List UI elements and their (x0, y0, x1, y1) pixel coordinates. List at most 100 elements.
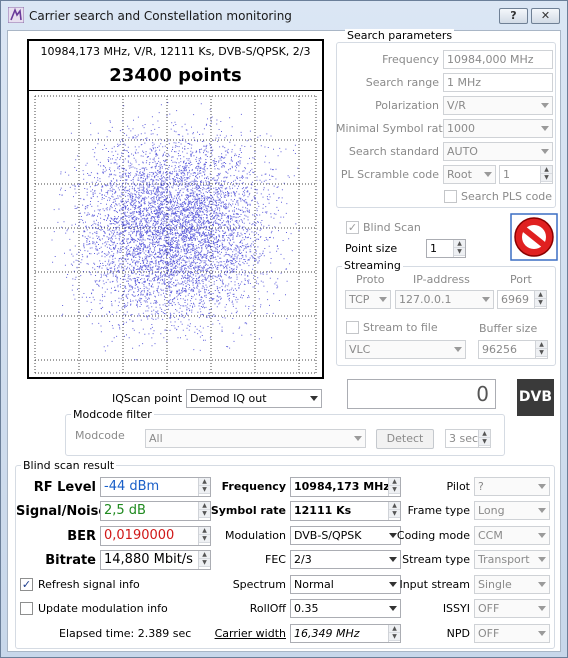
player-select[interactable]: VLC (345, 340, 466, 359)
point-size-input[interactable]: 1 ▲ ▼ (426, 239, 466, 258)
frame-type-select[interactable]: Long (474, 501, 550, 520)
buffer-size-input[interactable]: 96256 ▲ ▼ (478, 340, 548, 359)
symbol-rate-value: 12111 Ks ▲ ▼ (290, 501, 401, 521)
help-button[interactable]: ? (499, 8, 528, 24)
iq-scan-label: IQScan point (112, 392, 183, 405)
chevron-down-icon (310, 396, 318, 401)
frequency-input[interactable]: 10984,000 MHz (443, 50, 553, 69)
window-title: Carrier search and Constellation monitor… (29, 9, 292, 23)
port-label: Port (510, 273, 532, 286)
min-symbol-rate-select[interactable]: 1000 (443, 119, 553, 138)
pl-scramble-code-input[interactable]: 1 ▲ ▼ (499, 165, 553, 184)
points-count: 23400 points (109, 65, 242, 86)
pilot-select[interactable]: ? (474, 477, 550, 496)
title-bar: Carrier search and Constellation monitor… (1, 1, 567, 30)
rolloff-select[interactable]: 0.35 (290, 599, 401, 618)
dvb-logo: DVB (517, 379, 554, 416)
refresh-signal-label: Refresh signal info (38, 578, 140, 591)
modcode-label: Modcode (75, 429, 125, 442)
modcode-filter-title: Modcode filter (71, 408, 154, 421)
ber-value: 0,0190000 ▲ ▼ (100, 526, 211, 546)
point-size-label: Point size (345, 242, 398, 255)
proto-select[interactable]: TCP (345, 290, 391, 309)
blind-scan-result-title: Blind scan result (21, 459, 117, 472)
chevron-down-icon (484, 172, 492, 177)
buffer-size-label: Buffer size (479, 322, 538, 335)
pl-scramble-mode-select[interactable]: Root (443, 165, 496, 184)
issyi-select[interactable]: OFF (474, 599, 550, 618)
constellation-panel: 10984,173 MHz, V/R, 12111 Ks, DVB-S/QPSK… (27, 39, 324, 379)
spectrum-label: Spectrum (232, 578, 286, 591)
search-range-input[interactable]: 1 MHz (443, 73, 553, 92)
frequency-result-value: 10984,173 MHz ▲ ▼ (290, 477, 401, 497)
buffer-size-spinner[interactable]: ▲ ▼ (535, 341, 547, 358)
app-icon (8, 7, 24, 23)
detect-button[interactable]: Detect (376, 429, 434, 449)
chevron-down-icon (538, 557, 546, 562)
input-stream-label: Input stream (399, 578, 470, 591)
rf-level-value: -44 dBm ▲ ▼ (100, 477, 211, 497)
fec-select[interactable]: 2/3 (290, 550, 401, 569)
stream-type-select[interactable]: Transport (474, 550, 550, 569)
search-range-label: Search range (365, 76, 439, 89)
input-stream-select[interactable]: Single (474, 575, 550, 594)
timeout-spinner[interactable]: ▲ ▼ (478, 430, 490, 447)
constellation-header: 10984,173 MHz, V/R, 12111 Ks, DVB-S/QPSK… (40, 45, 311, 58)
symbol-rate-label: Symbol rate (210, 504, 286, 517)
rolloff-label: RollOff (249, 602, 286, 615)
proto-label: Proto (356, 273, 385, 286)
modulation-label: Modulation (224, 529, 286, 542)
npd-label: NPD (446, 627, 470, 640)
issyi-label: ISSYI (442, 602, 470, 615)
ip-address-label: IP-address (413, 273, 470, 286)
frequency-label: Frequency (382, 53, 439, 66)
bitrate-value: 14,880 Mbit/s ▲ ▼ (100, 550, 211, 570)
timeout-input[interactable]: 3 sec ▲ ▼ (445, 429, 491, 448)
spectrum-select[interactable]: Normal (290, 575, 401, 594)
search-standard-select[interactable]: AUTO (443, 142, 553, 161)
blind-scan-checkbox[interactable]: ✓ (346, 221, 359, 234)
coding-mode-select[interactable]: CCM (474, 526, 550, 545)
close-button[interactable]: ✕ (531, 8, 560, 24)
chevron-down-icon (538, 582, 546, 587)
polarization-select[interactable]: V/R (443, 96, 553, 115)
iq-scan-select[interactable]: Demod IQ out (186, 389, 322, 408)
modcode-select[interactable]: All (145, 429, 366, 448)
carrier-width-value: 16,349 MHz ▲ ▼ (290, 624, 401, 643)
modulation-select[interactable]: DVB-S/QPSK (290, 526, 401, 545)
stream-type-label: Stream type (402, 553, 470, 566)
header-divider (29, 90, 322, 91)
chevron-down-icon (454, 347, 462, 352)
pl-scramble-label: PL Scramble code (340, 168, 439, 181)
port-spinner[interactable]: ▲ ▼ (534, 291, 546, 308)
refresh-signal-checkbox[interactable]: ✓ (20, 578, 33, 591)
stop-icon[interactable] (510, 213, 558, 261)
stream-to-file-label: Stream to file (363, 321, 438, 334)
port-input[interactable]: 6969 ▲ ▼ (497, 290, 547, 309)
frame-type-label: Frame type (407, 504, 470, 517)
rf-level-label: RF Level (33, 480, 96, 495)
polarization-label: Polarization (375, 99, 439, 112)
carrier-width-label[interactable]: Carrier width (204, 627, 286, 640)
update-modulation-checkbox[interactable] (20, 602, 33, 615)
bitrate-label: Bitrate (45, 553, 96, 568)
pl-code-spinner[interactable]: ▲ ▼ (540, 166, 552, 183)
min-symbol-rate-label: Minimal Symbol rate (336, 122, 450, 135)
npd-select[interactable]: OFF (474, 624, 550, 643)
elapsed-time: Elapsed time: 2.389 sec (59, 627, 192, 640)
constellation-plot (34, 95, 317, 374)
chevron-down-icon (541, 126, 549, 131)
chevron-down-icon (541, 149, 549, 154)
signal-noise-value: 2,5 dB ▲ ▼ (100, 501, 211, 521)
counter-display: 0 (347, 379, 496, 409)
point-size-spinner[interactable]: ▲ ▼ (453, 240, 465, 257)
streaming-title: Streaming (342, 259, 403, 272)
chevron-down-icon (538, 606, 546, 611)
frequency-result-label: Frequency (221, 480, 286, 493)
search-parameters-title: Search parameters (345, 29, 455, 42)
ip-address-select[interactable]: 127.0.0.1 (395, 290, 494, 309)
stream-to-file-checkbox[interactable] (346, 321, 359, 334)
search-pls-checkbox[interactable] (444, 190, 457, 203)
search-standard-label: Search standard (348, 145, 439, 158)
pilot-label: Pilot (446, 480, 470, 493)
